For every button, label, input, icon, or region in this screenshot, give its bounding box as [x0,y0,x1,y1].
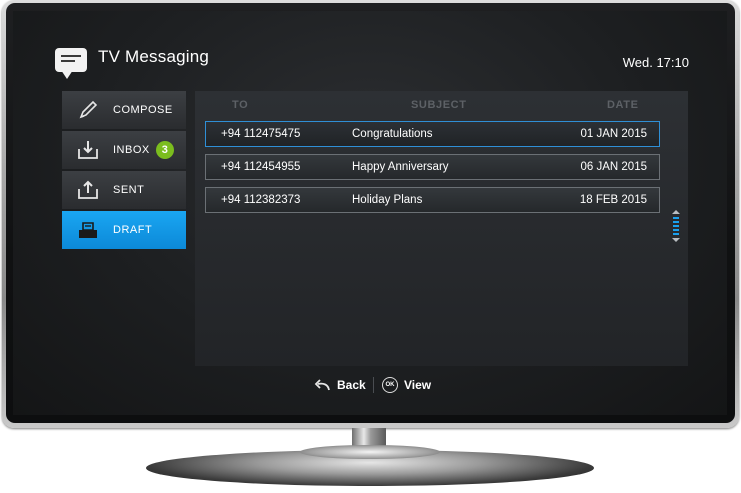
column-header-to: TO [232,99,249,111]
message-subject: Happy Anniversary [352,161,449,173]
remote-hints-bar: Back OK View [13,375,727,395]
tv-frame: TV Messaging Wed. 17:10 COMPOSE INBOX 3 … [2,0,739,428]
back-hint[interactable]: Back [337,378,366,392]
message-row[interactable]: +94 112382373 Holiday Plans 18 FEB 2015 [205,187,660,213]
message-to: +94 112475475 [221,128,301,140]
pencil-icon [79,100,98,119]
divider [373,377,374,393]
column-header-subject: SUBJECT [411,99,467,111]
message-subject: Congratulations [352,128,433,140]
message-row[interactable]: +94 112454955 Happy Anniversary 06 JAN 2… [205,154,660,180]
sidebar-item-label: DRAFT [113,224,153,236]
tv-screen: TV Messaging Wed. 17:10 COMPOSE INBOX 3 … [13,11,727,415]
outbox-upload-icon [78,180,98,199]
message-to: +94 112382373 [221,194,301,206]
message-date: 18 FEB 2015 [579,194,647,206]
sidebar-item-sent[interactable]: SENT [62,171,186,209]
scroll-down-icon[interactable] [672,238,680,242]
message-list-panel: TO SUBJECT DATE +94 112475475 Congratula… [195,91,688,366]
view-hint[interactable]: View [404,378,431,392]
draft-tray-icon [79,222,97,238]
sidebar-item-label: SENT [113,184,145,196]
sidebar-item-compose[interactable]: COMPOSE [62,91,186,129]
return-arrow-icon [314,379,330,391]
sidebar-item-inbox[interactable]: INBOX 3 [62,131,186,169]
column-header-date: DATE [607,99,639,111]
sidebar-item-label: COMPOSE [113,104,173,116]
message-row[interactable]: +94 112475475 Congratulations 01 JAN 201… [205,121,660,147]
ok-button-icon: OK [382,377,398,393]
sidebar: COMPOSE INBOX 3 SENT DRAFT [62,91,186,251]
sidebar-item-draft[interactable]: DRAFT [62,211,186,249]
tv-bezel: TV Messaging Wed. 17:10 COMPOSE INBOX 3 … [6,3,735,423]
inbox-download-icon [78,141,98,159]
message-bubble-icon [55,48,87,79]
clock: Wed. 17:10 [622,55,689,70]
message-to: +94 112454955 [221,161,301,173]
message-date: 06 JAN 2015 [580,161,648,173]
message-subject: Holiday Plans [352,194,423,206]
message-date: 01 JAN 2015 [580,128,648,140]
unread-count-badge: 3 [156,141,174,159]
scroll-up-icon[interactable] [672,210,680,214]
tv-stand-collar [300,445,440,459]
sidebar-item-label: INBOX [113,144,150,156]
app-title: TV Messaging [98,47,210,66]
scroll-indicator[interactable] [672,210,680,242]
